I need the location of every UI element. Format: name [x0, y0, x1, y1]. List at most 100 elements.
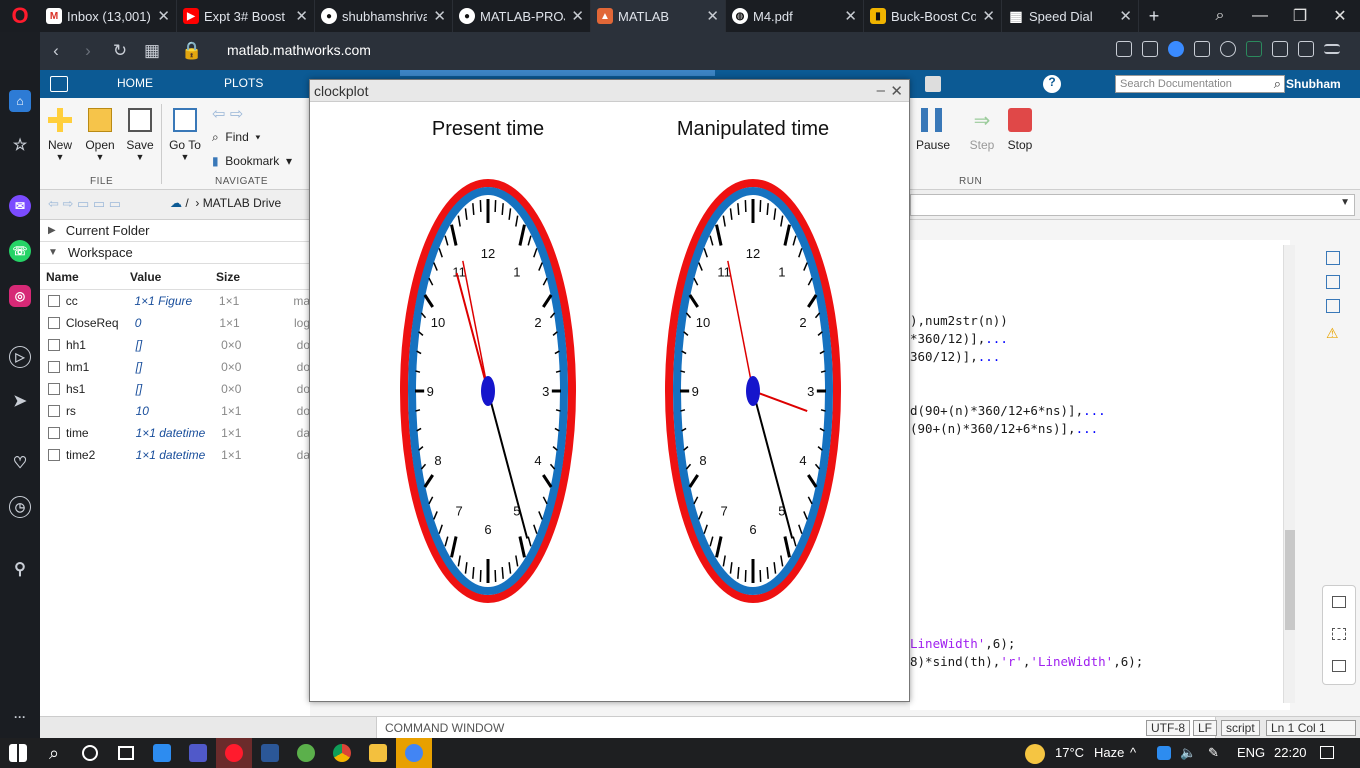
shield-icon[interactable] — [1168, 41, 1184, 57]
editor-scrollbar[interactable] — [1283, 245, 1295, 703]
table-row[interactable]: cc 1×1 Figure 1×1 ma — [40, 290, 310, 312]
search-icon[interactable]: ⌕ — [1200, 0, 1240, 32]
home-icon[interactable]: ⌂ — [9, 90, 31, 112]
restore-icon[interactable]: ❐ — [1280, 0, 1320, 32]
extension-icon[interactable] — [1246, 41, 1262, 57]
open-button[interactable]: Open ▼ — [80, 108, 120, 162]
close-icon[interactable]: ✕ — [571, 7, 584, 25]
heart-icon[interactable] — [1220, 41, 1236, 57]
more-icon[interactable]: ··· — [9, 706, 31, 728]
desktop-app-icon[interactable] — [144, 738, 180, 768]
word-icon[interactable] — [252, 738, 288, 768]
layout-icon[interactable] — [1332, 660, 1346, 672]
close-window-icon[interactable]: ✕ — [1320, 0, 1360, 32]
tab-speeddial[interactable]: ▦ Speed Dial ✕ — [1002, 0, 1139, 32]
panel-icon[interactable] — [1326, 251, 1340, 265]
tab-buckboost[interactable]: ▮ Buck-Boost Con ✕ — [864, 0, 1002, 32]
path-field[interactable]: ▼ — [910, 194, 1355, 216]
teams-icon[interactable] — [180, 738, 216, 768]
close-icon[interactable]: ✕ — [295, 7, 308, 25]
pause-button[interactable]: Pause — [913, 108, 953, 152]
col-size[interactable]: Size — [208, 270, 292, 284]
app-icon[interactable] — [288, 738, 324, 768]
instagram-icon[interactable]: ◎ — [9, 285, 31, 307]
camera-icon[interactable] — [1142, 41, 1158, 57]
minimize-icon[interactable]: – — [877, 82, 885, 99]
tab-github-2[interactable]: ● MATLAB-PROJE ✕ — [453, 0, 591, 32]
close-icon[interactable]: ✕ — [157, 7, 170, 25]
volume-icon[interactable]: 🔈 — [1180, 745, 1196, 761]
editor-code[interactable]: ),num2str(n)) *360/12)],... 360/12)],...… — [910, 240, 1290, 710]
bookmark-button[interactable]: ▮ Bookmark ▾ — [212, 154, 292, 168]
tab-matlab[interactable]: ▲ MATLAB ✕ — [591, 0, 726, 32]
search-icon[interactable]: ⌕ — [36, 738, 72, 768]
file-explorer-icon[interactable] — [360, 738, 396, 768]
table-row[interactable]: hm1 [] 0×0 do — [40, 356, 310, 378]
col-value[interactable]: Value — [124, 270, 208, 284]
col-name[interactable]: Name — [40, 270, 124, 284]
download-icon[interactable] — [1298, 41, 1314, 57]
cube-icon[interactable] — [1272, 41, 1288, 57]
zoom-icon[interactable] — [1157, 746, 1171, 760]
whatsapp-icon[interactable]: ☏ — [9, 240, 31, 262]
history-icon[interactable]: ◷ — [9, 496, 31, 518]
new-tab-button[interactable]: + — [1139, 6, 1169, 27]
tabs-grid-icon[interactable]: ▦ — [136, 41, 168, 61]
lightbulb-icon[interactable]: ⚲ — [9, 558, 31, 580]
back-icon[interactable]: ‹ — [40, 41, 72, 61]
current-folder-header[interactable]: ▶ Current Folder — [40, 220, 310, 242]
path-nav-icons[interactable]: ⇦ ⇨ ▭ ▭ ▭ — [48, 196, 121, 212]
language[interactable]: ENG — [1237, 745, 1265, 760]
send-icon[interactable] — [1194, 41, 1210, 57]
table-row[interactable]: hh1 [] 0×0 do — [40, 334, 310, 356]
panel-icon[interactable] — [1326, 299, 1340, 313]
minimize-icon[interactable]: — — [1240, 0, 1280, 32]
find-button[interactable]: ⌕ Find ▾ — [212, 130, 260, 145]
weather-text[interactable]: Haze — [1094, 745, 1124, 760]
windows-start-icon[interactable] — [0, 738, 36, 768]
user-name[interactable]: Shubham — [1286, 77, 1341, 91]
close-icon[interactable]: ✕ — [890, 82, 903, 100]
workspace-header[interactable]: ▼ Workspace — [40, 242, 310, 264]
cortana-icon[interactable] — [72, 738, 108, 768]
chevron-up-icon[interactable]: ^ — [1130, 745, 1136, 760]
opera-logo-icon[interactable]: O — [0, 0, 40, 32]
send-icon[interactable]: ➤ — [9, 390, 31, 412]
back-arrow-icon[interactable]: ⇦ ⇨ — [212, 104, 243, 124]
chrome-alt-icon[interactable] — [396, 738, 432, 768]
table-row[interactable]: rs 10 1×1 do — [40, 400, 310, 422]
new-button[interactable]: New ▼ — [40, 108, 80, 162]
close-icon[interactable]: ✕ — [1119, 7, 1132, 25]
warning-icon[interactable]: ⚠ — [1326, 325, 1339, 342]
temperature[interactable]: 17°C — [1055, 745, 1084, 760]
table-row[interactable]: time2 1×1 datetime 1×1 da — [40, 444, 310, 466]
forward-icon[interactable]: › — [72, 41, 104, 61]
edit-icon[interactable] — [1116, 41, 1132, 57]
opera-icon[interactable] — [216, 738, 252, 768]
save-small-icon[interactable] — [925, 76, 941, 92]
url-field[interactable]: matlab.mathworks.com — [227, 42, 371, 58]
scrollbar-thumb[interactable] — [1285, 530, 1295, 630]
close-icon[interactable]: ✕ — [433, 7, 446, 25]
notifications-icon[interactable] — [1320, 746, 1334, 759]
tab-plots[interactable]: PLOTS — [224, 76, 263, 90]
chrome-icon[interactable] — [324, 738, 360, 768]
tab-github-1[interactable]: ● shubhamshriva ✕ — [315, 0, 453, 32]
close-icon[interactable]: ✕ — [982, 7, 995, 25]
save-button[interactable]: Save ▼ — [120, 108, 160, 162]
help-icon[interactable]: ? — [1043, 75, 1061, 93]
table-row[interactable]: hs1 [] 0×0 do — [40, 378, 310, 400]
table-row[interactable]: CloseReq 0 1×1 log — [40, 312, 310, 334]
weather-icon[interactable] — [1025, 744, 1045, 764]
path-breadcrumb[interactable]: ☁ / › MATLAB Drive — [170, 196, 281, 210]
window-icon[interactable] — [1332, 596, 1346, 608]
undock-icon[interactable] — [1332, 628, 1346, 640]
star-icon[interactable]: ☆ — [9, 134, 31, 156]
tab-m4pdf[interactable]: ◍ M4.pdf ✕ — [726, 0, 864, 32]
reload-icon[interactable]: ↻ — [104, 41, 136, 61]
search-documentation[interactable]: Search Documentation ⌕ — [1115, 75, 1285, 93]
goto-button[interactable]: Go To ▼ — [165, 108, 205, 162]
stop-button[interactable]: Stop — [1000, 108, 1040, 152]
table-row[interactable]: time 1×1 datetime 1×1 da — [40, 422, 310, 444]
close-icon[interactable]: ✕ — [706, 7, 719, 25]
